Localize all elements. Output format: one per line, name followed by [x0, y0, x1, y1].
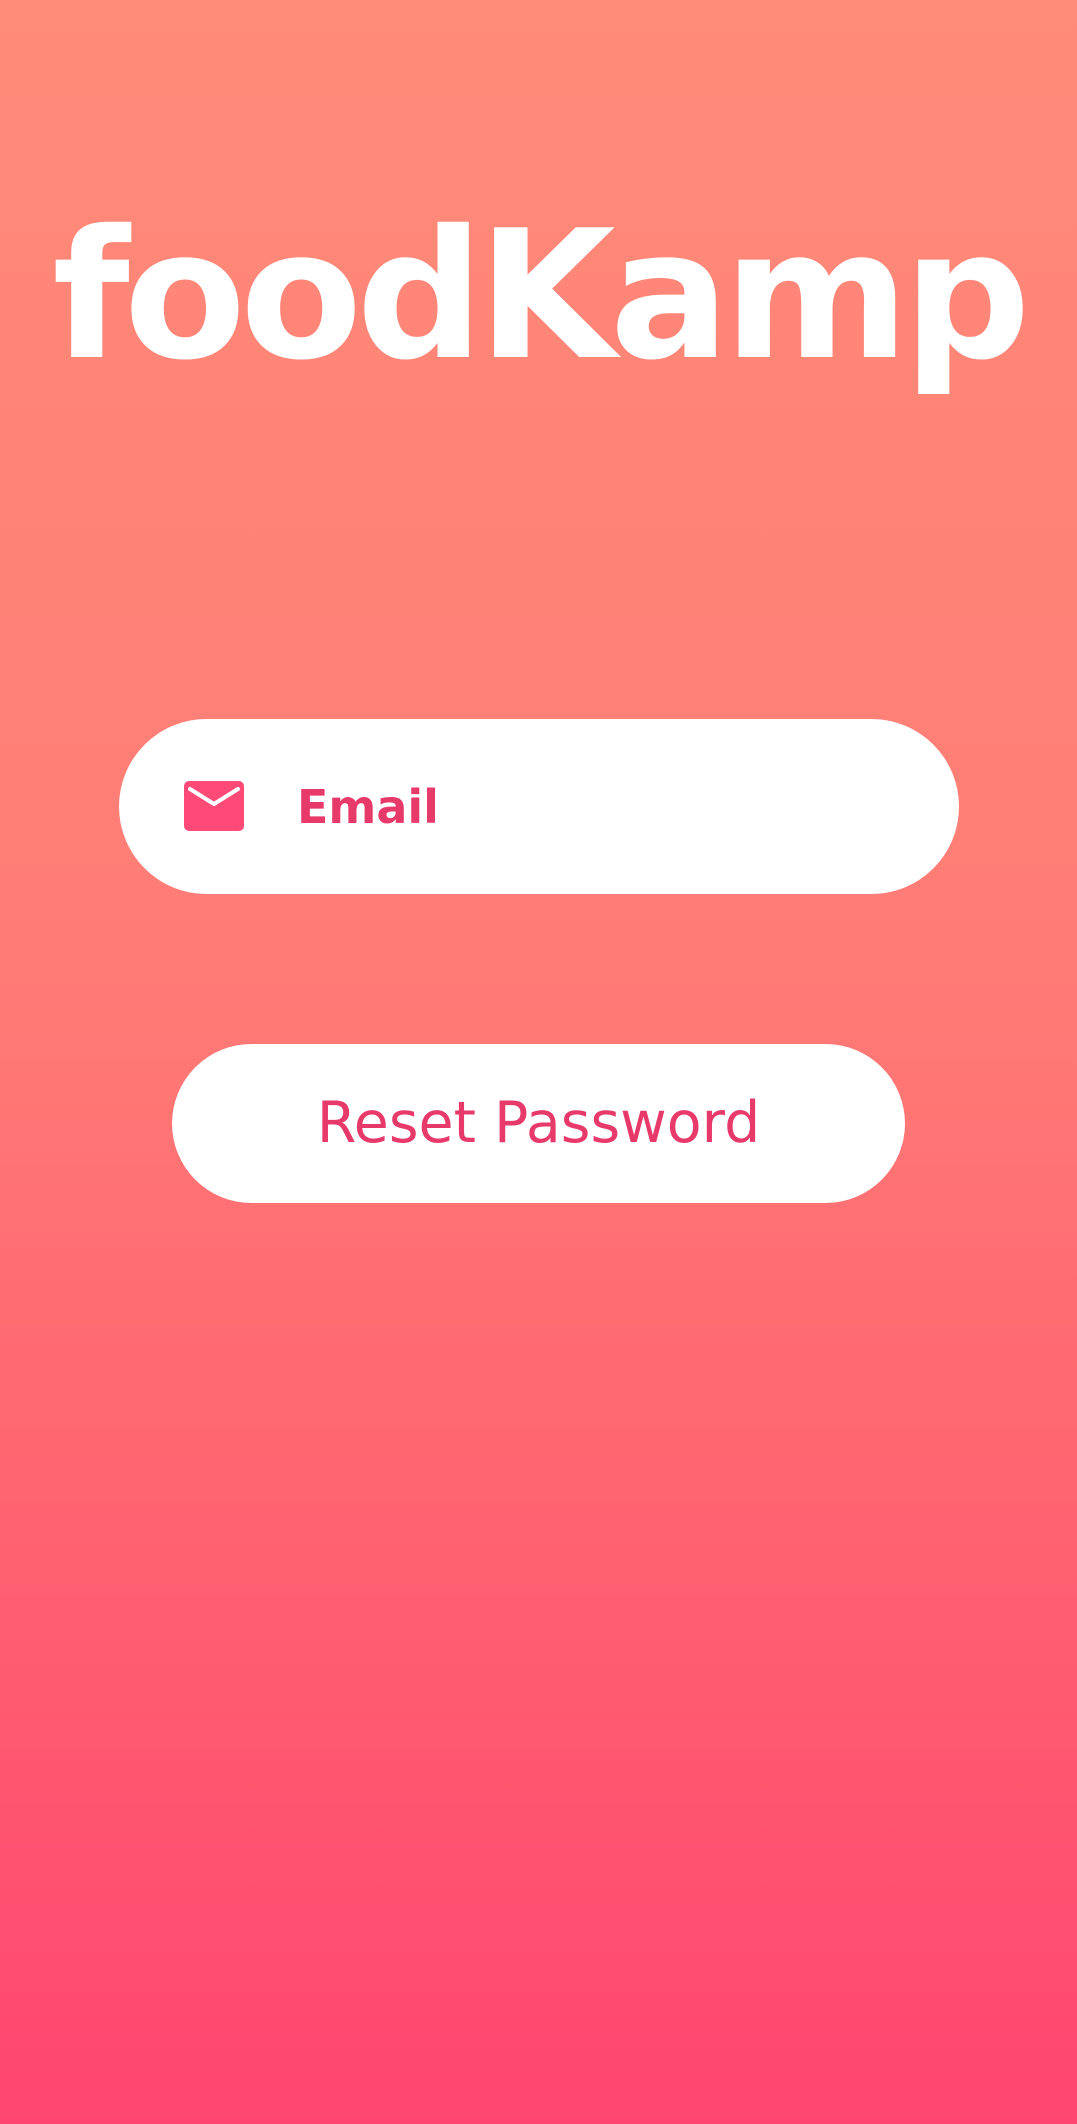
email-input[interactable] [297, 719, 897, 894]
email-field[interactable] [119, 719, 959, 894]
reset-password-label: Reset Password [316, 1090, 761, 1156]
envelope-icon [184, 781, 244, 831]
reset-password-button[interactable]: Reset Password [172, 1044, 905, 1203]
app-title: foodKamp [52, 192, 1030, 400]
